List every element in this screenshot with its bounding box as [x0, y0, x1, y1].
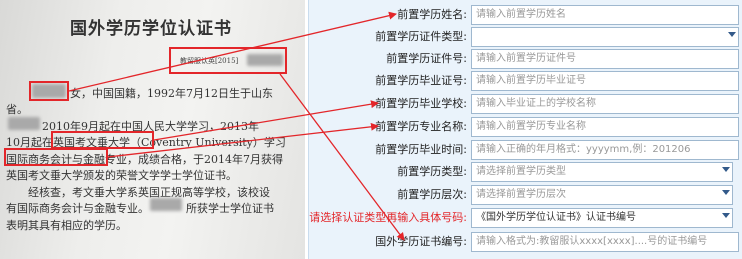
certificate-line: 经核查，考文垂大学系英国正规高等学校，该校设 — [28, 186, 270, 199]
school-label: 前置学历毕业学校: — [375, 97, 467, 110]
highlight-cert-number — [169, 47, 287, 74]
highlight-major — [4, 148, 108, 166]
chevron-down-icon — [728, 32, 736, 37]
redacted-id — [8, 117, 40, 130]
row-name: 前置学历姓名: 请输入前置学历姓名 — [309, 4, 742, 26]
education-type-placeholder: 请选择前置学历类型 — [476, 166, 566, 177]
education-type-select[interactable]: 请选择前置学历类型 — [471, 162, 733, 182]
education-form: 前置学历姓名: 请输入前置学历姓名 前置学历证件类型: 前置学历证件号: 请输入… — [308, 0, 742, 259]
id-number-input[interactable]: 请输入前置学历证件号 — [471, 49, 739, 69]
graduation-date-input[interactable]: 请输入正确的年月格式：yyyymm,例：201206 — [471, 140, 739, 160]
education-level-select[interactable]: 请选择前置学历层次 — [471, 185, 733, 205]
name-input[interactable]: 请输入前置学历姓名 — [471, 5, 739, 25]
certificate-line: 有国际商务会计与金融专业。 — [6, 202, 149, 215]
highlight-school — [51, 131, 154, 149]
cert-type-value: 《国外学历学位认证书》认证书编号 — [476, 212, 636, 223]
certificate-line: 所获学士学位证书 — [186, 202, 274, 215]
education-level-placeholder: 请选择前置学历层次 — [476, 189, 566, 200]
name-label: 前置学历姓名: — [397, 8, 467, 21]
row-major: 前置学历专业名称: 请输入前置学历专业名称 — [309, 116, 742, 138]
certificate-line: 省。 — [6, 103, 28, 116]
redacted-holder — [150, 198, 182, 211]
education-type-label: 前置学历类型: — [397, 165, 467, 178]
school-input[interactable]: 请输入毕业证上的学校名称 — [471, 94, 739, 114]
foreign-cert-number-label: 国外学历证书编号: — [375, 235, 467, 248]
row-cert-type: 请选择认证类型再输入具体号码: 《国外学历学位认证书》认证书编号 — [309, 207, 742, 229]
graduation-date-label: 前置学历毕业时间: — [375, 143, 467, 156]
cert-type-label: 请选择认证类型再输入具体号码: — [309, 211, 467, 224]
cert-type-select[interactable]: 《国外学历学位认证书》认证书编号 — [471, 208, 733, 228]
education-level-label: 前置学历层次: — [397, 188, 467, 201]
row-foreign-cert-number: 国外学历证书编号: 请输入格式为:教留服认xxxx[xxxx]....号的证书编… — [309, 231, 742, 253]
diploma-number-input[interactable]: 请输入前置学历毕业证号 — [471, 71, 739, 91]
row-education-type: 前置学历类型: 请选择前置学历类型 — [309, 161, 742, 183]
chevron-down-icon — [722, 213, 730, 218]
chevron-down-icon — [722, 167, 730, 172]
row-diploma-number: 前置学历毕业证号: 请输入前置学历毕业证号 — [309, 70, 742, 92]
id-type-label: 前置学历证件类型: — [375, 30, 467, 43]
certificate-line: 女，中国国籍，1992年7月12日生于山东 — [70, 87, 273, 100]
foreign-cert-number-input[interactable]: 请输入格式为:教留服认xxxx[xxxx]....号的证书编号 — [471, 232, 739, 252]
certificate-line: 英国考文垂大学颁发的荣誉文学学士学位证书。 — [6, 169, 237, 182]
id-type-select[interactable] — [471, 27, 739, 47]
row-school: 前置学历毕业学校: 请输入毕业证上的学校名称 — [309, 93, 742, 115]
major-label: 前置学历专业名称: — [375, 120, 467, 133]
chevron-down-icon — [722, 190, 730, 195]
id-number-label: 前置学历证件号: — [386, 52, 467, 65]
certificate-title: 国外学历学位认证书 — [70, 19, 232, 39]
highlight-name — [29, 81, 69, 101]
certificate-line: 表明其具有相应的学历。 — [6, 219, 127, 232]
diploma-number-label: 前置学历毕业证号: — [375, 74, 467, 87]
row-education-level: 前置学历层次: 请选择前置学历层次 — [309, 184, 742, 206]
row-graduation-date: 前置学历毕业时间: 请输入正确的年月格式：yyyymm,例：201206 — [309, 139, 742, 161]
certificate-image: 国外学历学位认证书 教留服认英[2015] 女，中国国籍，1992年7月12日生… — [0, 0, 305, 259]
row-id-type: 前置学历证件类型: — [309, 26, 742, 48]
row-id-number: 前置学历证件号: 请输入前置学历证件号 — [309, 48, 742, 70]
major-input[interactable]: 请输入前置学历专业名称 — [471, 117, 739, 137]
